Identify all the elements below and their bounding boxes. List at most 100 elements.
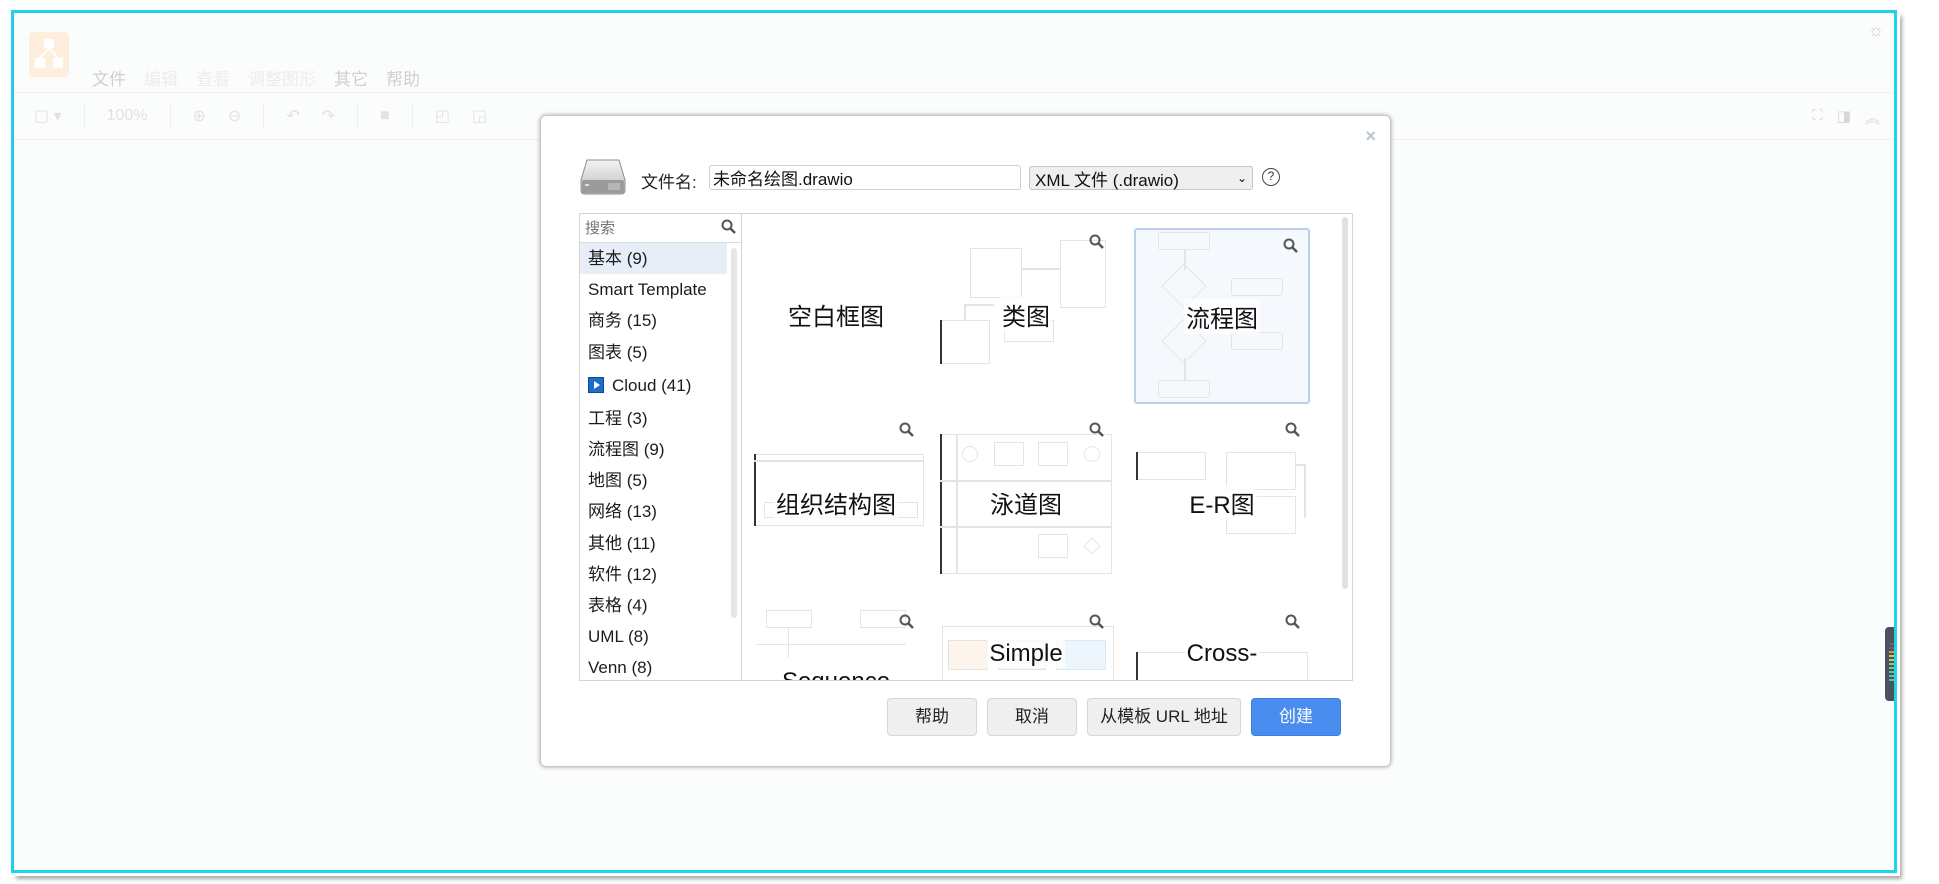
format-panel-icon[interactable]: ◨: [1837, 107, 1851, 128]
menu-help[interactable]: 帮助: [386, 65, 420, 90]
category-item[interactable]: 基本 (9): [580, 243, 727, 275]
help-icon[interactable]: ?: [1262, 168, 1280, 186]
template-grid: 空白框图 类图 流程图 组织结构图 泳道图 E-R图 Simple Cross-: [741, 213, 1353, 681]
category-label: 图表 (5): [588, 342, 648, 362]
template-name: Cross-: [1184, 640, 1260, 668]
cloud-icon: [588, 376, 604, 393]
category-label: UML (8): [588, 627, 649, 647]
template-org-chart[interactable]: 组织结构图: [748, 414, 924, 590]
category-list: 基本 (9) Smart Template 商务 (15) 图表 (5) Clo…: [580, 243, 741, 680]
category-item[interactable]: 图表 (5): [580, 337, 727, 368]
preview-icon[interactable]: [1089, 422, 1104, 441]
template-swimlane[interactable]: 泳道图: [938, 414, 1114, 590]
category-item[interactable]: UML (8): [580, 621, 727, 652]
view-panel-icon[interactable]: ▢ ▾: [34, 106, 62, 126]
search-icon[interactable]: [721, 219, 736, 237]
preview-icon[interactable]: [1285, 614, 1300, 633]
category-panel: 基本 (9) Smart Template 商务 (15) 图表 (5) Clo…: [579, 213, 742, 681]
menu-edit[interactable]: 编辑: [144, 65, 178, 90]
template-sequence[interactable]: Sequence: [748, 606, 924, 680]
toolbar-right: ⛶ ◨ ︽: [1812, 107, 1880, 128]
new-diagram-dialog: × 文件名: XML 文件 (.drawio) ⌄ ? 基本 (9) Smart…: [540, 115, 1391, 767]
undo-icon[interactable]: ↶: [286, 106, 299, 126]
search-box: [580, 214, 741, 243]
category-item[interactable]: 工程 (3): [580, 403, 727, 434]
filename-input[interactable]: [709, 165, 1021, 190]
template-name: 组织结构图: [774, 484, 898, 520]
fullscreen-icon[interactable]: ⛶: [1812, 107, 1823, 128]
category-item[interactable]: Venn (8): [580, 652, 727, 680]
chevron-down-icon: ⌄: [1236, 171, 1247, 185]
category-label: 基本 (9): [588, 249, 648, 268]
category-item[interactable]: 网络 (13): [580, 496, 727, 527]
category-item[interactable]: 表格 (4): [580, 590, 727, 621]
menu-arrange[interactable]: 调整图形: [248, 65, 316, 90]
template-class-diagram[interactable]: 类图: [938, 226, 1114, 402]
category-item[interactable]: 地图 (5): [580, 465, 727, 496]
preview-icon[interactable]: [899, 614, 914, 633]
category-label: 工程 (3): [588, 408, 648, 428]
template-cross-functional[interactable]: Cross-: [1134, 606, 1310, 680]
zoom-level[interactable]: 100%: [107, 107, 148, 125]
preview-icon[interactable]: [1283, 238, 1298, 257]
menu-view[interactable]: 查看: [196, 65, 230, 90]
category-label: 流程图 (9): [588, 439, 665, 459]
template-blank[interactable]: 空白框图: [748, 226, 924, 402]
template-name: Simple: [987, 640, 1065, 668]
category-label: 商务 (15): [588, 311, 657, 331]
close-icon[interactable]: ×: [1365, 126, 1376, 147]
collapse-icon[interactable]: ︽: [1865, 107, 1880, 128]
preview-icon[interactable]: [1089, 234, 1104, 253]
menu-file[interactable]: 文件: [92, 65, 126, 90]
search-input[interactable]: [585, 219, 695, 237]
toolbar-divider: [169, 103, 171, 129]
template-simple[interactable]: Simple: [938, 606, 1114, 680]
category-item[interactable]: Smart Template: [580, 274, 727, 305]
help-button[interactable]: 帮助: [887, 698, 977, 736]
redo-icon[interactable]: ↷: [322, 106, 335, 126]
category-label: 网络 (13): [588, 502, 657, 522]
category-item[interactable]: 其他 (11): [580, 528, 727, 559]
template-flowchart[interactable]: 流程图: [1134, 228, 1310, 404]
side-panel-handle[interactable]: [1885, 627, 1894, 701]
category-item[interactable]: 软件 (12): [580, 559, 727, 590]
preview-icon[interactable]: [1089, 614, 1104, 633]
template-name: Sequence: [779, 668, 893, 680]
menu-bar: 文件 编辑 查看 调整图形 其它 帮助: [92, 65, 438, 90]
category-label: 其他 (11): [588, 533, 656, 553]
format-select[interactable]: XML 文件 (.drawio) ⌄: [1029, 166, 1253, 190]
create-button[interactable]: 创建: [1251, 698, 1341, 736]
category-label: Cloud (41): [612, 375, 692, 395]
zoom-in-icon[interactable]: ⊕: [193, 106, 206, 126]
template-url-button[interactable]: 从模板 URL 地址: [1087, 698, 1241, 736]
theme-sun-icon[interactable]: ☼: [1868, 20, 1885, 41]
menu-extras[interactable]: 其它: [334, 65, 368, 90]
cancel-button[interactable]: 取消: [987, 698, 1077, 736]
category-label: 软件 (12): [588, 564, 657, 584]
to-front-icon[interactable]: ◰: [435, 106, 450, 126]
disk-icon: [580, 159, 626, 195]
template-name: E-R图: [1187, 484, 1257, 520]
to-back-icon[interactable]: ◲: [472, 106, 487, 126]
category-label: 地图 (5): [588, 471, 648, 491]
preview-icon[interactable]: [1285, 422, 1300, 441]
toolbar-divider: [411, 103, 413, 129]
category-label: Smart Template: [588, 280, 707, 300]
category-scrollbar[interactable]: [731, 248, 737, 618]
template-scrollbar[interactable]: [1342, 217, 1348, 589]
category-label: Venn (8): [588, 658, 653, 678]
template-name: 泳道图: [988, 484, 1064, 520]
toolbar-divider: [357, 103, 359, 129]
category-item[interactable]: Cloud (41): [580, 368, 727, 403]
toolbar-divider: [263, 103, 265, 129]
filename-label: 文件名:: [641, 173, 697, 192]
preview-icon[interactable]: [899, 422, 914, 441]
category-item[interactable]: 流程图 (9): [580, 434, 727, 465]
category-item[interactable]: 商务 (15): [580, 305, 727, 336]
template-er-diagram[interactable]: E-R图: [1134, 414, 1310, 590]
toolbar-divider: [83, 103, 85, 129]
format-select-value: XML 文件 (.drawio): [1035, 170, 1179, 190]
zoom-out-icon[interactable]: ⊖: [228, 106, 241, 126]
delete-icon[interactable]: ■: [380, 107, 390, 125]
category-label: 表格 (4): [588, 595, 648, 615]
